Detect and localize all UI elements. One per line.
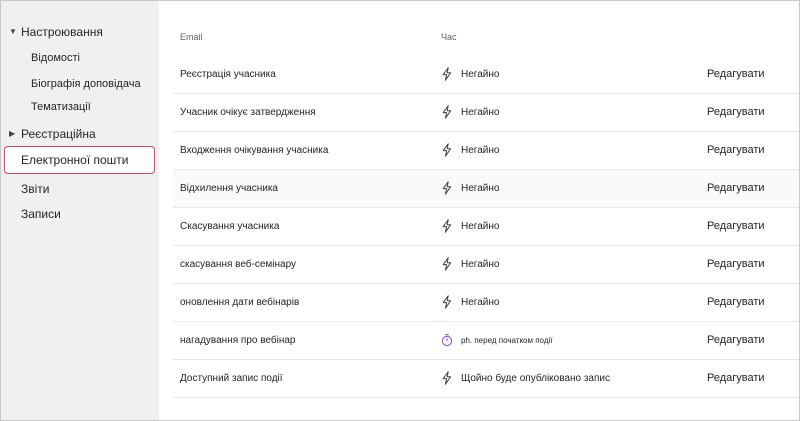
edit-button[interactable]: Редагувати [707,94,765,131]
lightning-icon [441,295,453,309]
chevron-right-icon: ▶ [9,129,16,138]
sidebar-item-label: Реєстраційна [21,127,96,141]
chevron-down-icon: ▼ [9,27,17,36]
edit-button[interactable]: Редагувати [707,360,765,397]
sidebar-item-setup[interactable]: ▼ Настроювання [1,21,159,43]
edit-button[interactable]: Редагувати [707,322,765,359]
send-time: Негайно [461,297,500,308]
table-row: оновлення дати вебінарів Негайно Редагуват… [173,284,799,322]
email-name: Учасник очікує затвердження [180,107,316,118]
column-header-time: Час [441,32,457,42]
edit-button[interactable]: Редагувати [707,56,765,93]
sidebar-item-label: Записи [21,207,61,221]
table-row: Входження очікування учасника Негайно Реда… [173,132,799,170]
table-row: нагадування про вебінар ph. перед початко… [173,322,799,360]
lightning-icon [441,219,453,233]
edit-button[interactable]: Редагувати [707,208,765,245]
sidebar-item-label: Біографія доповідача [31,78,141,90]
send-time: Негайно [461,145,500,156]
send-time: Щойно буде опубліковано запис [461,373,610,384]
email-name: скасування веб-семінару [180,259,297,270]
send-time: Негайно [461,259,500,270]
send-time: Негайно [461,107,500,118]
email-name: Реєстрація учасника [180,69,276,80]
send-time: Негайно [461,221,500,232]
timer-icon [441,333,453,347]
sidebar: ▼ Настроювання Відомості Біографія допов… [1,1,159,420]
lightning-icon [441,143,453,157]
sidebar-item-label: Звіти [21,182,50,196]
sidebar-item-details[interactable]: Відомості [1,47,159,69]
app-window: ▼ Настроювання Відомості Біографія допов… [0,0,800,421]
emails-panel: Email Час Реєстрація учасника Негайно Реда… [159,1,799,420]
lightning-icon [441,371,453,385]
email-name: Входження очікування учасника [180,145,329,156]
send-time: Негайно [461,183,500,194]
sidebar-item-label: Відомості [31,52,80,64]
email-name: Доступний запис події [180,373,283,384]
sidebar-item-label: Електронної пошти [21,153,129,167]
table-row: скасування веб-семінару Негайно Редагувати [173,246,799,284]
send-time: Негайно [461,69,500,80]
sidebar-item-reports[interactable]: Звіти [1,178,159,200]
lightning-icon [441,67,453,81]
table-row: Учасник очікує затвердження Негайно Редагу… [173,94,799,132]
sidebar-item-label: Тематизації [31,101,91,113]
edit-button[interactable]: Редагувати [707,246,765,283]
sidebar-item-recordings[interactable]: Записи [1,203,159,225]
table-row: Відхилення учасника Негайно Редагувати [173,170,799,208]
sidebar-item-theming[interactable]: Тематизації [1,96,159,118]
edit-button[interactable]: Редагувати [707,284,765,321]
email-name: нагадування про вебінар [180,335,296,346]
lightning-icon [441,181,453,195]
sidebar-item-label: Настроювання [21,25,103,39]
lightning-icon [441,105,453,119]
edit-button[interactable]: Редагувати [707,170,765,207]
edit-button[interactable]: Редагувати [707,132,765,169]
sidebar-item-speaker-bios[interactable]: Біографія доповідача [1,73,159,95]
email-name: Відхилення учасника [180,183,278,194]
table-row: Скасування учасника Негайно Редагувати [173,208,799,246]
table-row: Реєстрація учасника Негайно Редагувати [173,56,799,94]
send-time: ph. перед початком події [461,336,553,345]
column-header-email: Email [180,32,203,42]
lightning-icon [441,257,453,271]
sidebar-item-registration[interactable]: ▶ Реєстраційна [1,123,159,145]
email-name: Скасування учасника [180,221,280,232]
email-name: оновлення дати вебінарів [180,297,300,308]
sidebar-item-emails[interactable]: Електронної пошти [4,146,155,174]
table-row: Доступний запис події Щойно буде опубліко… [173,360,799,398]
